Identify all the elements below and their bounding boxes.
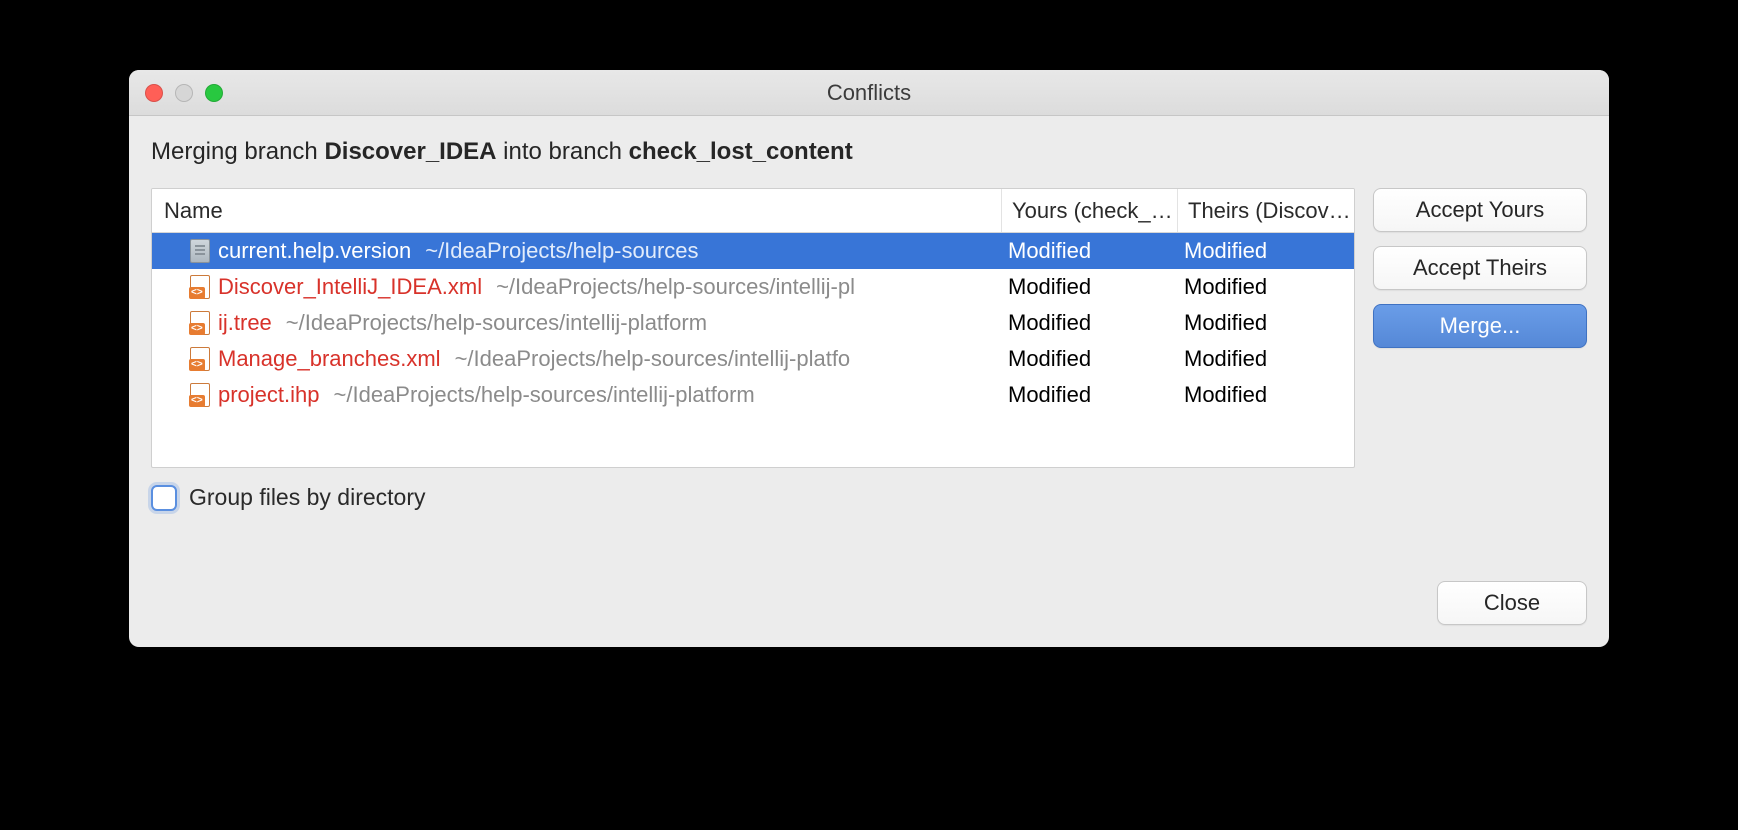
cell-yours: Modified <box>1002 382 1178 408</box>
close-button[interactable]: Close <box>1437 581 1587 625</box>
cell-yours: Modified <box>1002 310 1178 336</box>
file-path: ~/IdeaProjects/help-sources/intellij-pla… <box>286 310 707 336</box>
cell-theirs: Modified <box>1178 346 1354 372</box>
action-buttons: Accept Yours Accept Theirs Merge... <box>1373 188 1587 468</box>
cell-yours: Modified <box>1002 274 1178 300</box>
table-row[interactable]: project.ihp ~/IdeaProjects/help-sources/i… <box>152 377 1354 413</box>
table-row[interactable]: ij.tree ~/IdeaProjects/help-sources/intel… <box>152 305 1354 341</box>
dialog-title: Conflicts <box>827 80 911 106</box>
conflicts-dialog: Conflicts Merging branch Discover_IDEA i… <box>129 70 1609 647</box>
table-row[interactable]: current.help.version ~/IdeaProjects/help-… <box>152 233 1354 269</box>
cell-name: ij.tree ~/IdeaProjects/help-sources/intel… <box>152 310 1002 336</box>
accept-theirs-button[interactable]: Accept Theirs <box>1373 246 1587 290</box>
cell-name: current.help.version ~/IdeaProjects/help-… <box>152 238 1002 264</box>
minimize-window-icon <box>175 84 193 102</box>
file-name: project.ihp <box>218 382 320 408</box>
file-name: Manage_branches.xml <box>218 346 441 372</box>
table-header: Name Yours (check_… Theirs (Discov… <box>152 189 1354 233</box>
cell-name: Manage_branches.xml ~/IdeaProjects/help-s… <box>152 346 1002 372</box>
cell-theirs: Modified <box>1178 274 1354 300</box>
table-row[interactable]: Discover_IntelliJ_IDEA.xml ~/IdeaProjects… <box>152 269 1354 305</box>
file-name: Discover_IntelliJ_IDEA.xml <box>218 274 482 300</box>
window-controls <box>145 84 223 102</box>
accept-yours-button[interactable]: Accept Yours <box>1373 188 1587 232</box>
file-path: ~/IdeaProjects/help-sources/intellij-pla… <box>455 346 851 372</box>
file-name: ij.tree <box>218 310 272 336</box>
column-header-yours[interactable]: Yours (check_… <box>1002 189 1178 232</box>
cell-yours: Modified <box>1002 346 1178 372</box>
merge-prefix: Merging branch <box>151 138 324 165</box>
merge-button[interactable]: Merge... <box>1373 304 1587 348</box>
close-window-icon[interactable] <box>145 84 163 102</box>
xml-file-icon <box>190 311 210 335</box>
cell-yours: Modified <box>1002 238 1178 264</box>
file-path: ~/IdeaProjects/help-sources/intellij-pla… <box>334 382 755 408</box>
table-row[interactable]: Manage_branches.xml ~/IdeaProjects/help-s… <box>152 341 1354 377</box>
conflicts-table: Name Yours (check_… Theirs (Discov… curr… <box>151 188 1355 468</box>
cell-theirs: Modified <box>1178 310 1354 336</box>
group-by-directory-checkbox[interactable] <box>151 485 177 511</box>
file-name: current.help.version <box>218 238 411 264</box>
titlebar: Conflicts <box>129 70 1609 116</box>
merge-description: Merging branch Discover_IDEA into branch… <box>151 138 1587 166</box>
cell-theirs: Modified <box>1178 238 1354 264</box>
file-path: ~/IdeaProjects/help-sources <box>425 238 698 264</box>
column-header-name[interactable]: Name <box>152 189 1002 232</box>
file-path: ~/IdeaProjects/help-sources/intellij-pl <box>496 274 855 300</box>
merge-source-branch: Discover_IDEA <box>324 138 496 165</box>
column-header-theirs[interactable]: Theirs (Discov… <box>1178 189 1354 232</box>
group-by-directory-label: Group files by directory <box>189 484 425 511</box>
merge-middle: into branch <box>497 138 629 165</box>
zoom-window-icon[interactable] <box>205 84 223 102</box>
xml-file-icon <box>190 347 210 371</box>
cell-theirs: Modified <box>1178 382 1354 408</box>
text-file-icon <box>190 239 210 263</box>
merge-target-branch: check_lost_content <box>629 138 853 165</box>
xml-file-icon <box>190 383 210 407</box>
cell-name: project.ihp ~/IdeaProjects/help-sources/i… <box>152 382 1002 408</box>
xml-file-icon <box>190 275 210 299</box>
cell-name: Discover_IntelliJ_IDEA.xml ~/IdeaProjects… <box>152 274 1002 300</box>
